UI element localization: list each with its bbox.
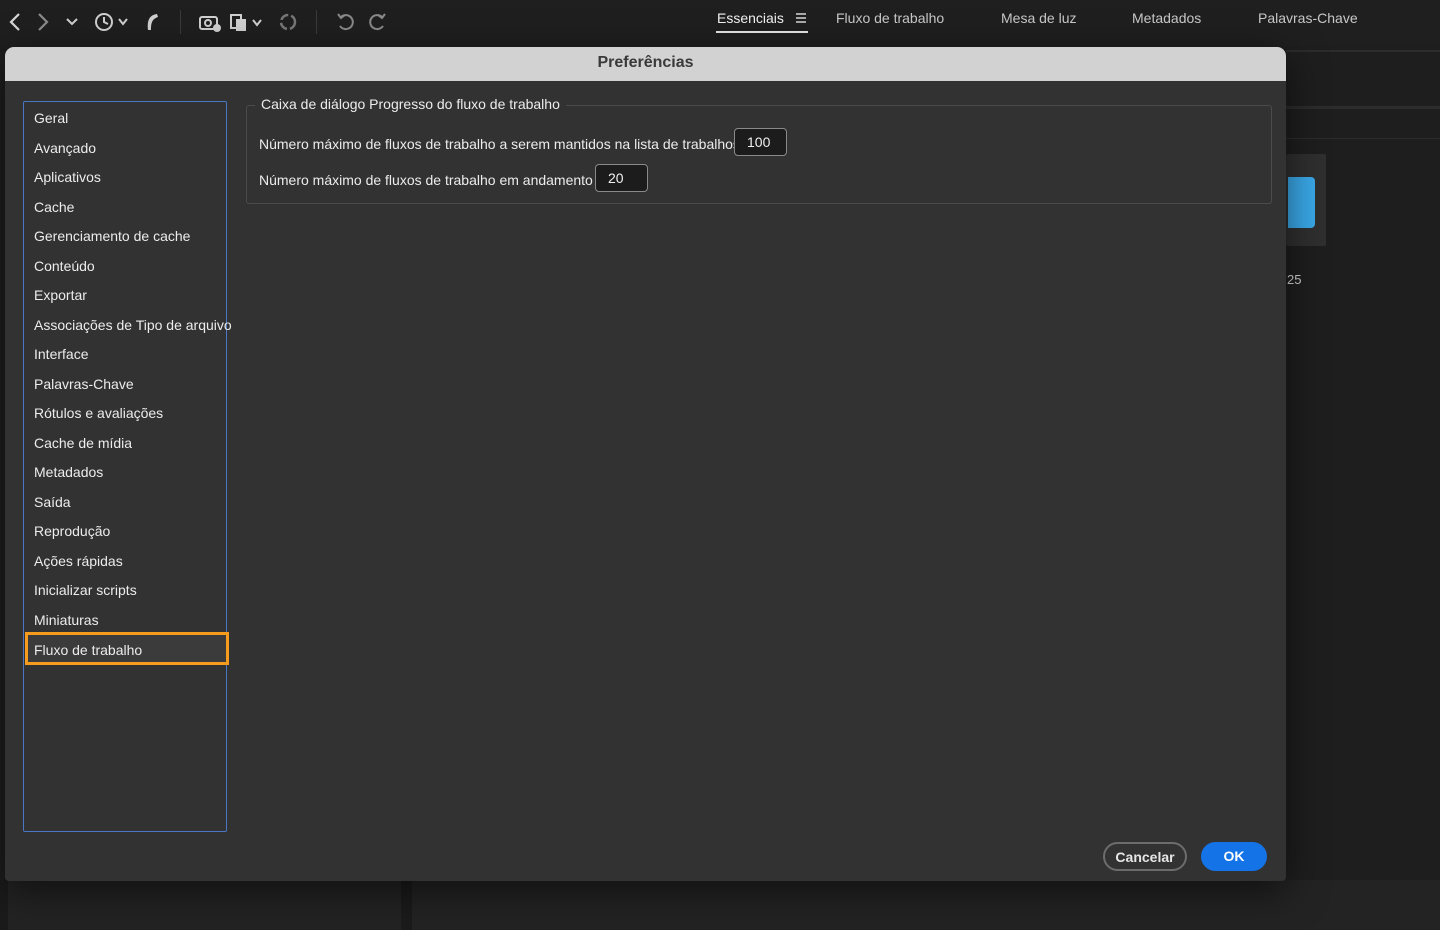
max-jobs-label: Número máximo de fluxos de trabalho a se… bbox=[259, 136, 740, 152]
workspace-tab-essenciais[interactable]: Essenciais bbox=[717, 8, 784, 30]
category-item-gerenciamento-de-cache[interactable]: Gerenciamento de cache bbox=[34, 224, 190, 248]
dialog-title: Preferências bbox=[5, 47, 1286, 81]
group-title: Caixa de diálogo Progresso do fluxo de t… bbox=[255, 96, 566, 112]
toolbar-separator bbox=[316, 10, 317, 34]
background-panel bbox=[412, 880, 1440, 930]
category-list[interactable]: Geral Avançado Aplicativos Cache Gerenci… bbox=[23, 101, 232, 832]
menu-icon[interactable] bbox=[794, 10, 808, 26]
folder-icon bbox=[1288, 177, 1315, 228]
category-item-metadados[interactable]: Metadados bbox=[34, 460, 103, 484]
category-item-label: Fluxo de trabalho bbox=[34, 642, 143, 658]
category-item-conteudo[interactable]: Conteúdo bbox=[34, 254, 95, 278]
background-panel-divider bbox=[1286, 50, 1440, 52]
category-item-inicializar-scripts[interactable]: Inicializar scripts bbox=[34, 578, 137, 602]
toolbar-separator bbox=[180, 10, 181, 34]
redo-icon[interactable] bbox=[366, 8, 388, 36]
category-item-palavras-chave[interactable]: Palavras-Chave bbox=[34, 372, 134, 396]
max-jobs-input[interactable] bbox=[734, 128, 787, 156]
background-panel-divider bbox=[1286, 106, 1440, 109]
category-item-saida[interactable]: Saída bbox=[34, 490, 71, 514]
copy-stack-icon[interactable] bbox=[229, 8, 267, 36]
workspace-tab-mesa-de-luz[interactable]: Mesa de luz bbox=[1001, 8, 1076, 30]
camera-import-icon[interactable] bbox=[197, 8, 223, 36]
boomerang-icon[interactable] bbox=[142, 8, 162, 36]
max-running-input[interactable] bbox=[595, 164, 648, 192]
back-icon[interactable] bbox=[6, 8, 24, 36]
workspace-tab-metadados[interactable]: Metadados bbox=[1132, 8, 1201, 30]
category-item-miniaturas[interactable]: Miniaturas bbox=[34, 608, 99, 632]
preferences-dialog: Preferências Geral Avançado Aplicativos … bbox=[5, 47, 1286, 881]
category-item-avancado[interactable]: Avançado bbox=[34, 136, 96, 160]
category-item-associacoes[interactable]: Associações de Tipo de arquivo bbox=[34, 313, 232, 337]
category-item-fluxo-de-trabalho[interactable]: Fluxo de trabalho bbox=[25, 632, 229, 665]
category-item-acoes-rapidas[interactable]: Ações rápidas bbox=[34, 549, 123, 573]
category-item-reproducao[interactable]: Reprodução bbox=[34, 519, 110, 543]
workflow-progress-group: Caixa de diálogo Progresso do fluxo de t… bbox=[246, 96, 1272, 204]
cancel-button[interactable]: Cancelar bbox=[1103, 842, 1187, 871]
category-item-geral[interactable]: Geral bbox=[34, 106, 68, 130]
undo-icon[interactable] bbox=[335, 8, 357, 36]
history-icon[interactable] bbox=[92, 8, 132, 36]
forward-icon[interactable] bbox=[34, 8, 52, 36]
category-item-cache-de-midia[interactable]: Cache de mídia bbox=[34, 431, 132, 455]
max-running-label: Número máximo de fluxos de trabalho em a… bbox=[259, 172, 593, 188]
app-toolbar: Essenciais Fluxo de trabalho Mesa de luz… bbox=[0, 0, 1440, 46]
background-thumbnail-label: 25 bbox=[1287, 272, 1302, 287]
workspace-tab-palavras-chave[interactable]: Palavras-Chave bbox=[1258, 8, 1358, 30]
category-item-interface[interactable]: Interface bbox=[34, 342, 88, 366]
refresh-icon[interactable] bbox=[277, 8, 299, 36]
background-panel-divider bbox=[1286, 138, 1440, 139]
category-item-rotulos[interactable]: Rótulos e avaliações bbox=[34, 401, 163, 425]
category-item-cache[interactable]: Cache bbox=[34, 195, 74, 219]
ok-button[interactable]: OK bbox=[1201, 842, 1267, 871]
category-item-aplicativos[interactable]: Aplicativos bbox=[34, 165, 101, 189]
background-panel bbox=[8, 880, 401, 930]
workspace-tab-fluxo[interactable]: Fluxo de trabalho bbox=[836, 8, 944, 30]
category-item-exportar[interactable]: Exportar bbox=[34, 283, 87, 307]
background-bottom-panels bbox=[0, 880, 1440, 930]
chevron-down-icon[interactable] bbox=[64, 8, 80, 36]
active-tab-underline bbox=[716, 31, 808, 33]
